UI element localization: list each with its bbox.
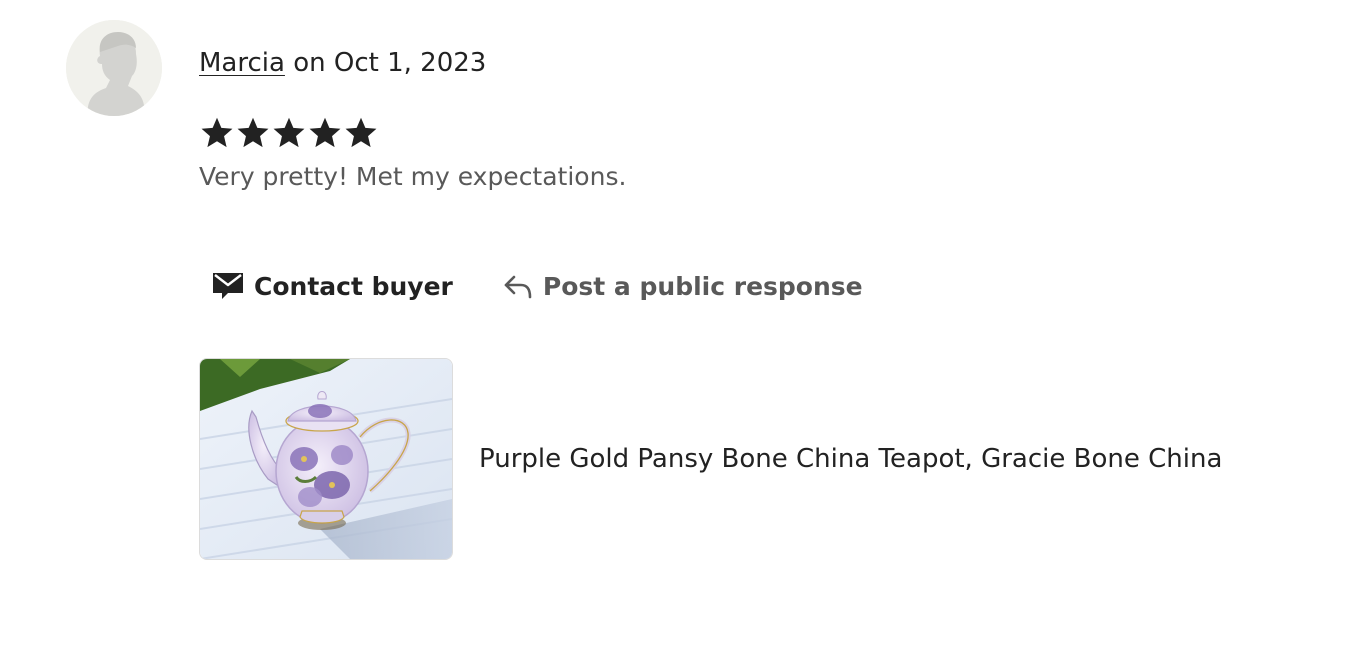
post-public-response-button[interactable]: Post a public response — [503, 272, 863, 301]
contact-buyer-button[interactable]: Contact buyer — [212, 271, 453, 301]
teapot-image — [200, 359, 452, 559]
review-date: Oct 1, 2023 — [333, 48, 487, 78]
review-actions: Contact buyer Post a public response — [212, 264, 863, 308]
contact-buyer-label: Contact buyer — [254, 271, 453, 301]
avatar[interactable] — [66, 20, 162, 116]
date-prefix: on — [284, 48, 334, 78]
envelope-icon — [212, 271, 244, 301]
star-icon — [201, 117, 233, 148]
review-card: Marcia on Oct 1, 2023 Very pretty! Met m… — [0, 0, 1356, 648]
star-icon — [345, 117, 377, 148]
star-icon — [273, 117, 305, 148]
review-text: Very pretty! Met my expectations. — [199, 162, 627, 191]
review-byline: Marcia on Oct 1, 2023 — [199, 44, 486, 82]
reviewed-listing: Purple Gold Pansy Bone China Teapot, Gra… — [199, 358, 1222, 560]
listing-thumbnail[interactable] — [199, 358, 453, 560]
star-rating — [199, 114, 379, 152]
star-icon — [237, 117, 269, 148]
reply-arrow-icon — [503, 273, 533, 299]
user-silhouette-icon — [66, 20, 162, 116]
listing-title[interactable]: Purple Gold Pansy Bone China Teapot, Gra… — [479, 444, 1222, 474]
star-icon — [309, 117, 341, 148]
post-public-response-label: Post a public response — [542, 271, 863, 301]
reviewer-name-link[interactable]: Marcia — [199, 48, 285, 78]
